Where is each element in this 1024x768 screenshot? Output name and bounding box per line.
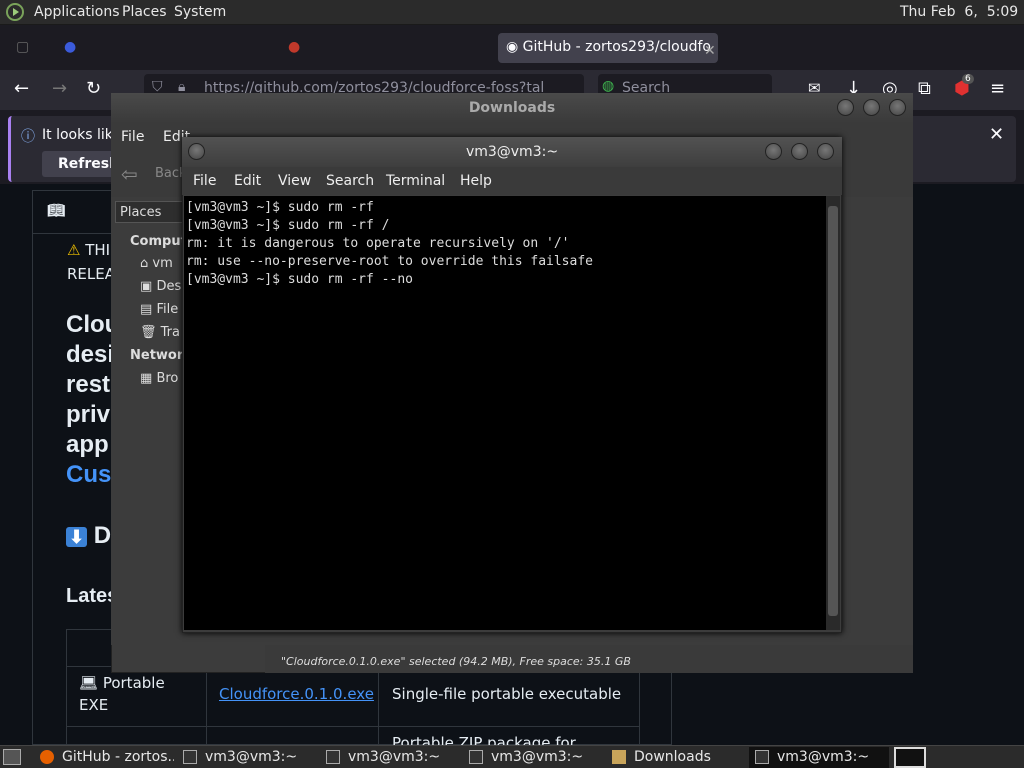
github-icon: ◉ xyxy=(506,39,519,55)
terminal-maximize-button[interactable] xyxy=(791,143,808,160)
workspace-switcher[interactable] xyxy=(894,747,926,768)
bottom-panel: GitHub - zortos... vm3@vm3:~ vm3@vm3:~ v… xyxy=(0,745,1024,768)
taskbar-item-terminal-2[interactable]: vm3@vm3:~ xyxy=(320,747,458,768)
applications-menu[interactable]: Applications xyxy=(34,4,120,20)
tab-overview-icon[interactable]: ▢ xyxy=(8,33,38,63)
terminal-minimize-button[interactable] xyxy=(765,143,782,160)
term-menu-edit[interactable]: Edit xyxy=(234,173,261,189)
sidebar-item-home[interactable]: ⌂ vm xyxy=(140,256,173,271)
tab-title: GitHub - zortos293/cloudfo xyxy=(522,39,712,55)
heading-line-3: rest xyxy=(66,371,111,398)
forward-arrow-icon[interactable]: → xyxy=(52,78,67,99)
dl-menu-file[interactable]: File xyxy=(121,129,144,145)
extension-badge: 6 xyxy=(962,74,974,84)
extensions-icon[interactable]: ⧉ xyxy=(918,78,931,99)
terminal-icon xyxy=(755,750,769,764)
desktop-icon: ▣ xyxy=(140,279,153,294)
terminal-line: [vm3@vm3 ~]$ sudo rm -rf xyxy=(186,200,374,215)
places-menu[interactable]: Places xyxy=(122,4,167,20)
sidebar-item-filesystem[interactable]: ▤ File xyxy=(140,302,178,317)
trash-icon: 🗑︎ xyxy=(140,325,157,340)
browser-tab-2[interactable]: ● xyxy=(280,33,480,63)
warning-text-2: RELEA xyxy=(67,265,115,283)
sidebar-item-browse-network[interactable]: ▦ Bro xyxy=(140,371,178,386)
top-panel: Applications Places System Thu Feb 6, 5:… xyxy=(0,0,1024,25)
home-folder-icon: ⌂ xyxy=(140,256,149,271)
table-cell-description: Single-file portable executable xyxy=(392,685,622,703)
reload-icon[interactable]: ↻ xyxy=(86,78,101,99)
terminal-close-button[interactable] xyxy=(817,143,834,160)
taskbar-item-browser[interactable]: GitHub - zortos... xyxy=(34,747,174,768)
taskbar-item-terminal-1[interactable]: vm3@vm3:~ xyxy=(177,747,315,768)
terminal-scrollbar-thumb[interactable] xyxy=(828,206,838,616)
heading-link-custom[interactable]: Cus xyxy=(66,461,111,489)
warning-icon: ⚠ xyxy=(67,241,81,259)
search-engine-icon: ◍ xyxy=(602,78,615,94)
back-icon[interactable]: ⇦ xyxy=(121,162,138,186)
terminal-icon xyxy=(326,750,340,764)
downloads-statusbar: "Cloudforce.0.1.0.exe" selected (94.2 MB… xyxy=(265,645,913,673)
firefox-icon xyxy=(40,750,54,764)
system-menu[interactable]: System xyxy=(174,4,226,20)
sidebar-item-desktop[interactable]: ▣ Des xyxy=(140,279,181,294)
down-arrow-icon: ⬇ xyxy=(66,527,88,547)
exe-download-link[interactable]: Cloudforce.0.1.0.exe xyxy=(219,685,374,703)
close-tab-icon[interactable]: ✕ xyxy=(696,37,724,67)
download-heading: ⬇ D xyxy=(66,522,111,550)
folder-icon xyxy=(612,750,626,764)
notification-text: It looks like xyxy=(42,127,121,143)
terminal-icon xyxy=(469,750,483,764)
browser-tab-active[interactable]: ◉ GitHub - zortos293/cloudfo xyxy=(498,33,718,63)
info-icon: ⓘ xyxy=(21,129,35,145)
downloads-maximize-button[interactable] xyxy=(863,99,880,116)
sidebar-item-trash[interactable]: 🗑︎ Tra xyxy=(140,325,180,340)
readme-tab[interactable]: 📖︎ xyxy=(47,203,65,219)
term-menu-terminal[interactable]: Terminal xyxy=(386,173,445,189)
warning-text: ⚠ THI xyxy=(67,241,111,259)
terminal-window-menu-button[interactable] xyxy=(188,143,205,160)
hamburger-menu-icon[interactable]: ≡ xyxy=(990,78,1005,99)
terminal-line: rm: use --no-preserve-root to override t… xyxy=(186,254,593,269)
heading-line-4: privi xyxy=(66,401,117,428)
taskbar-item-terminal-active[interactable]: vm3@vm3:~ xyxy=(749,747,889,768)
drive-icon: ▤ xyxy=(140,302,153,317)
show-desktop-icon[interactable] xyxy=(3,749,21,765)
terminal-titlebar[interactable]: vm3@vm3:~ xyxy=(182,137,842,167)
browser-tab-bar: ▢ ● ● ◉ GitHub - zortos293/cloudfo ✕ xyxy=(0,25,1024,70)
close-notification-icon[interactable]: ✕ xyxy=(989,124,1004,145)
clock[interactable]: Thu Feb 6, 5:09 PM xyxy=(900,4,1024,20)
taskbar-item-downloads[interactable]: Downloads xyxy=(606,747,744,768)
term-menu-view[interactable]: View xyxy=(278,173,311,189)
downloads-minimize-button[interactable] xyxy=(837,99,854,116)
downloads-titlebar[interactable]: Downloads xyxy=(111,93,913,123)
terminal-line: [vm3@vm3 ~]$ sudo rm -rf --no xyxy=(186,272,413,287)
term-menu-help[interactable]: Help xyxy=(460,173,492,189)
terminal-output[interactable]: [vm3@vm3 ~]$ sudo rm -rf [vm3@vm3 ~]$ sud… xyxy=(184,196,826,630)
back-arrow-icon[interactable]: ← xyxy=(14,78,29,99)
table-cell-type-2: EXE xyxy=(79,696,109,714)
downloads-close-button[interactable] xyxy=(889,99,906,116)
heading-line-2: desi xyxy=(66,341,115,368)
terminal-line: [vm3@vm3 ~]$ sudo rm -rf / xyxy=(186,218,390,233)
laptop-icon: 💻︎ xyxy=(79,674,99,692)
browser-tab-1[interactable]: ● xyxy=(56,33,266,63)
terminal-icon xyxy=(183,750,197,764)
table-cell-type: 💻︎ Portable xyxy=(79,674,165,692)
terminal-menubar: File Edit View Search Terminal Help xyxy=(182,167,842,195)
book-icon: 📖︎ xyxy=(47,203,65,219)
terminal-line: rm: it is dangerous to operate recursive… xyxy=(186,236,570,251)
term-menu-search[interactable]: Search xyxy=(326,173,374,189)
term-menu-file[interactable]: File xyxy=(193,173,216,189)
network-icon: ▦ xyxy=(140,371,153,386)
heading-line-5: app xyxy=(66,431,109,458)
taskbar-item-terminal-3[interactable]: vm3@vm3:~ xyxy=(463,747,601,768)
distro-logo-icon[interactable] xyxy=(6,3,24,21)
